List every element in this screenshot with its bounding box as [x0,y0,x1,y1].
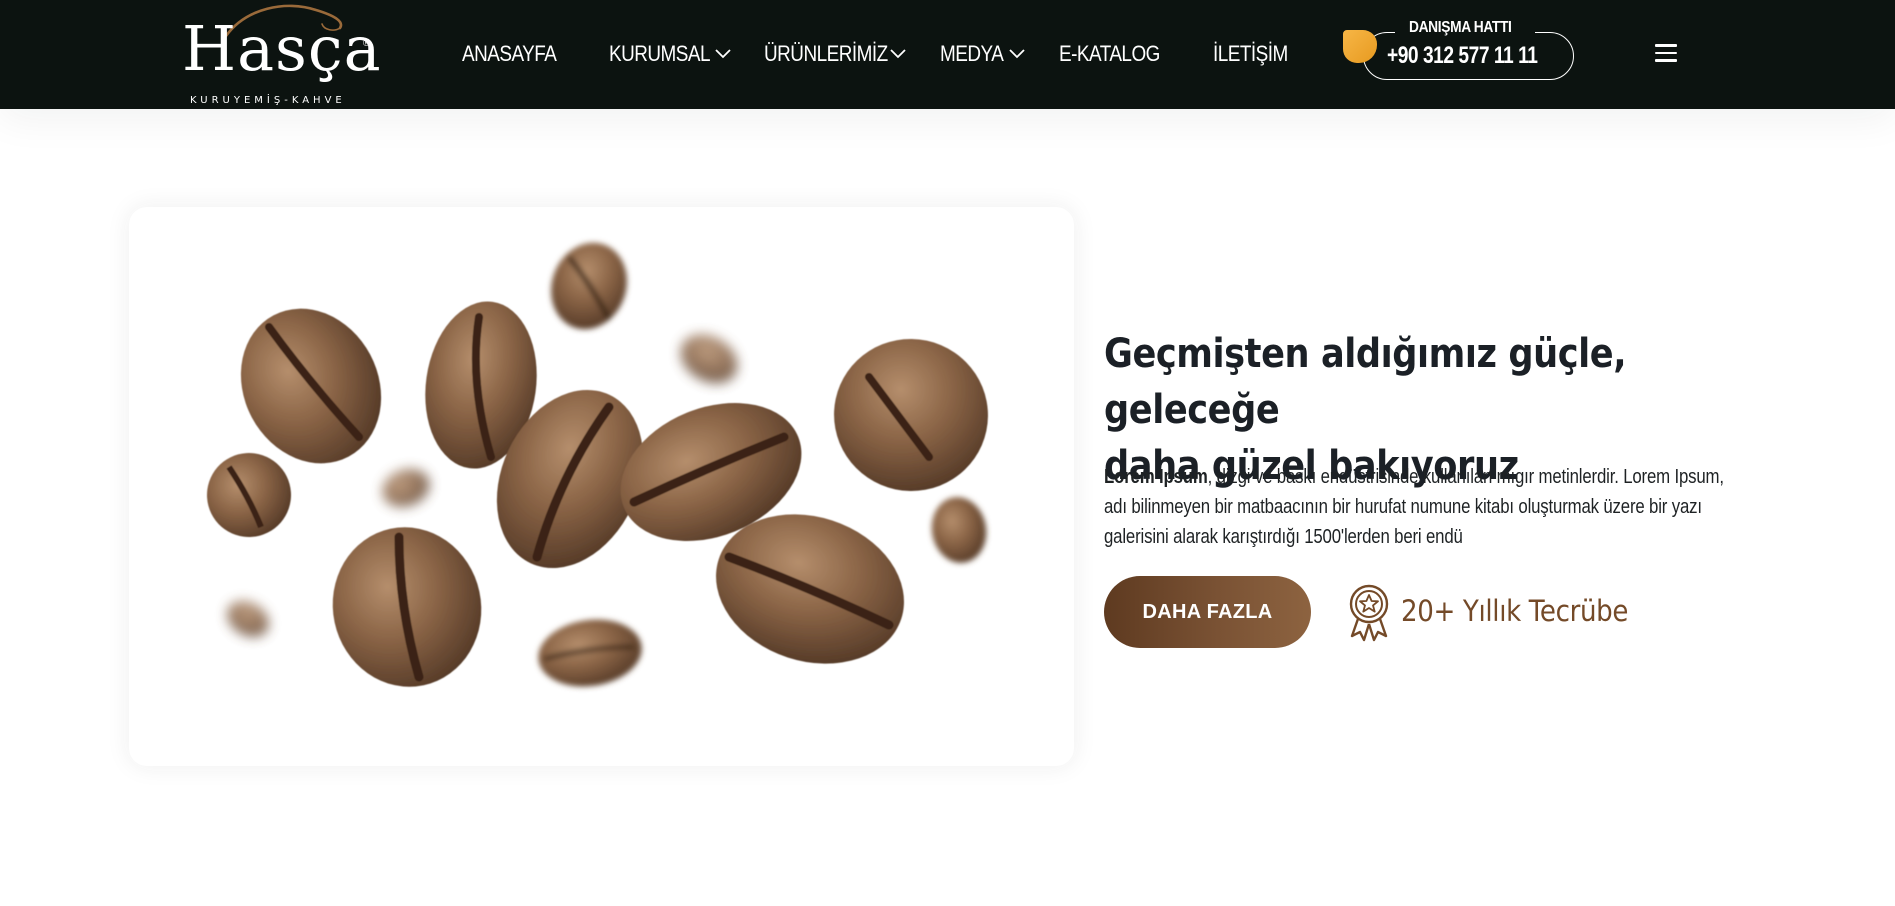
coffee-beans-image [207,242,988,687]
experience-label: 20+ Yıllık Tecrübe [1401,594,1629,628]
hamburger-icon[interactable] [1653,44,1679,66]
logo-wordmark: Hasça [182,12,382,85]
hotline[interactable]: DANIŞMA HATTI +90 312 577 11 11 [1343,16,1575,82]
site-header: Hasça ® KURUYEMİŞ-KAHVE ANASAYFA KURUMSA… [0,0,1895,109]
more-button[interactable]: DAHA FAZLA [1104,576,1311,648]
nav-label: ANASAYFA [462,41,557,66]
nav-item-kurumsal[interactable]: KURUMSAL [609,34,711,74]
chevron-down-icon[interactable] [889,46,907,62]
nav-item-medya[interactable]: MEDYA [940,34,1004,74]
nav-item-anasayfa[interactable]: ANASAYFA [462,34,557,74]
chevron-down-icon[interactable] [714,46,732,62]
chevron-down-icon[interactable] [1008,46,1026,62]
logo-tagline: KURUYEMİŞ-KAHVE [190,95,346,106]
hero-description-bold: Lorem Ipsum [1104,466,1208,488]
hotline-number[interactable]: +90 312 577 11 11 [1387,42,1538,70]
hero-description: Lorem Ipsum, dizgi ve baskı endüstrisind… [1104,462,1726,552]
nav-label: İLETİŞİM [1213,41,1288,66]
hero-headline-line-1: Geçmişten aldığımız güçle, geleceğe [1104,331,1627,433]
nav-item-e-katalog[interactable]: E-KATALOG [1059,34,1160,74]
nav-label: KURUMSAL [609,41,711,66]
hotline-label: DANIŞMA HATTI [1409,19,1512,36]
nav-label: E-KATALOG [1059,41,1160,66]
hero-image-card [129,207,1074,766]
nav-label: MEDYA [940,41,1004,66]
nav-label: ÜRÜNLERİMİZ [764,41,888,66]
logo-registered-mark: ® [363,38,370,48]
site-logo[interactable]: Hasça ® KURUYEMİŞ-KAHVE [178,2,381,108]
nav-item-iletisim[interactable]: İLETİŞİM [1213,34,1288,74]
hero-content: Geçmişten aldığımız güçle, geleceğe daha… [1104,326,1784,548]
award-badge-icon [1349,584,1389,642]
nav-item-urunlerimiz[interactable]: ÜRÜNLERİMİZ [764,34,888,74]
